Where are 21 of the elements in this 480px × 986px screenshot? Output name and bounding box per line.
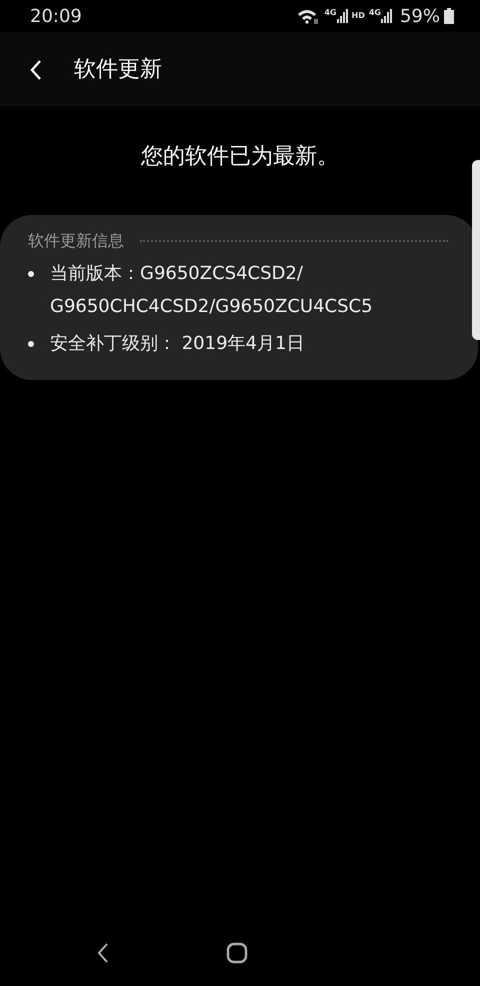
network-label: HD xyxy=(352,12,365,20)
edge-panel-handle[interactable] xyxy=(472,160,480,340)
battery-icon xyxy=(444,8,454,24)
network-label: 4G xyxy=(368,9,381,17)
card-title: 软件更新信息 xyxy=(28,230,124,252)
info-text: 当前版本：G9650ZCS4CSD2/ G9650CHC4CSD2/G9650ZCU4CSC5 xyxy=(50,262,373,319)
status-message: 您的软件已为最新。 xyxy=(140,143,340,171)
nav-home-button[interactable] xyxy=(226,940,248,965)
back-icon xyxy=(30,58,42,81)
battery-percent: 59% xyxy=(400,4,440,28)
page-title: 软件更新 xyxy=(74,56,162,84)
status-time: 20:09 xyxy=(30,4,82,28)
wifi-icon xyxy=(296,7,320,25)
bullet-icon xyxy=(28,341,34,347)
info-text: 安全补丁级别： 2019年4月1日 xyxy=(50,332,304,356)
home-icon xyxy=(226,940,248,965)
bullet-icon xyxy=(28,271,34,277)
network-label: 4G xyxy=(324,9,336,17)
back-icon xyxy=(96,940,110,965)
signal-icon xyxy=(336,9,348,23)
signal-icon xyxy=(380,9,392,23)
